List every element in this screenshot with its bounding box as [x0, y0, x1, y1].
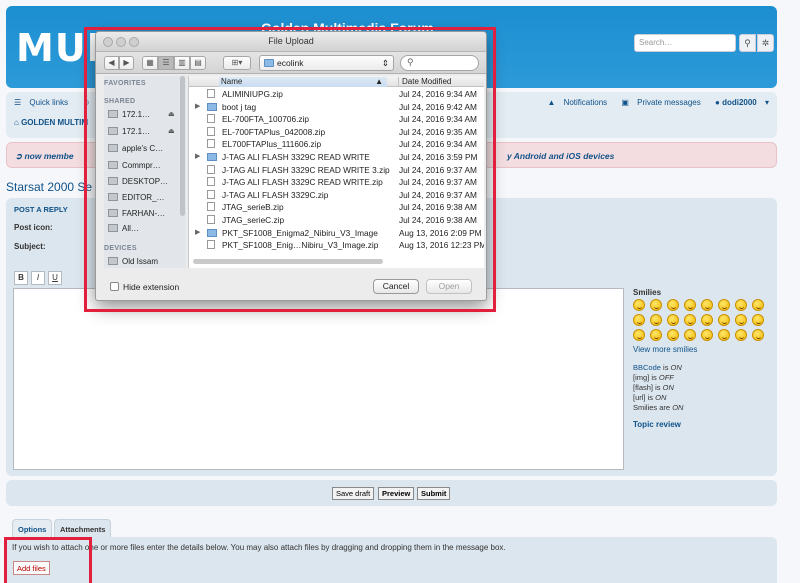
- smiley-icon[interactable]: [735, 299, 747, 311]
- breadcrumb[interactable]: ⌂ GOLDEN MULTIM: [14, 118, 88, 127]
- announcement-left: ➲ now membe: [15, 151, 74, 161]
- smiley-icon[interactable]: [718, 299, 730, 311]
- search-button[interactable]: ⚲: [739, 34, 756, 52]
- quick-links-link[interactable]: ☰ Quick links: [14, 98, 74, 107]
- topic-title[interactable]: Starsat 2000 Se: [6, 180, 92, 194]
- smiley-icon[interactable]: [718, 329, 730, 341]
- notifications-link[interactable]: ▲ Notifications: [541, 98, 607, 107]
- forum-page: MUL Golden Multimedia Forum Search… ⚲ ✲ …: [0, 0, 800, 583]
- bbcode-status: BBCode is ON [img] is OFF [flash] is ON …: [633, 363, 683, 413]
- smiley-icon[interactable]: [633, 314, 645, 326]
- preview-button[interactable]: Preview: [378, 487, 415, 500]
- italic-button[interactable]: I: [31, 271, 45, 285]
- underline-button[interactable]: U: [48, 271, 62, 285]
- img-status-line: [img] is OFF: [633, 373, 674, 382]
- gear-icon: ✲: [761, 38, 770, 48]
- message-textarea[interactable]: [13, 288, 624, 470]
- smilies-status-line: Smilies are ON: [633, 403, 684, 412]
- tab-attachments[interactable]: Attachments: [54, 519, 112, 537]
- smiley-icon[interactable]: [701, 314, 713, 326]
- view-more-smilies-link[interactable]: View more smilies: [633, 345, 697, 354]
- announcement-right: y Android and iOS devices: [507, 151, 615, 161]
- smiley-icon[interactable]: [735, 314, 747, 326]
- bell-icon: ▲: [547, 98, 558, 107]
- url-status-line: [url] is ON: [633, 393, 667, 402]
- dialog-highlight: [84, 27, 496, 312]
- post-icon-label: Post icon:: [14, 223, 53, 232]
- user-menu[interactable]: ● dodi2000 ▾: [709, 98, 769, 107]
- smilies-heading: Smilies: [633, 288, 662, 297]
- smiley-icon[interactable]: [701, 299, 713, 311]
- topic-review-link[interactable]: Topic review: [633, 420, 681, 429]
- smiley-icon[interactable]: [684, 299, 696, 311]
- smiley-icon[interactable]: [650, 314, 662, 326]
- post-reply-heading: POST A REPLY: [14, 205, 68, 214]
- attachments-panel: If you wish to attach one or more files …: [6, 537, 777, 583]
- search-icon: ⚲: [744, 38, 751, 48]
- smiley-icon[interactable]: [684, 329, 696, 341]
- submit-bar: Save draft Preview Submit: [6, 480, 777, 506]
- nav-right: ▲ Notifications ▣ Private messages ● dod…: [535, 98, 769, 107]
- smiley-icon[interactable]: [752, 299, 764, 311]
- smiley-icon[interactable]: [667, 329, 679, 341]
- smiley-icon[interactable]: [752, 329, 764, 341]
- smiley-icon[interactable]: [650, 299, 662, 311]
- smiley-icon[interactable]: [701, 329, 713, 341]
- smiley-icon[interactable]: [752, 314, 764, 326]
- home-icon: ⌂: [14, 118, 22, 127]
- add-files-highlight: [4, 537, 92, 583]
- flash-status-line: [flash] is ON: [633, 383, 674, 392]
- smiley-icon[interactable]: [684, 314, 696, 326]
- menu-icon: ☰: [14, 98, 24, 107]
- smiley-icon[interactable]: [633, 329, 645, 341]
- chevron-down-icon: ▾: [762, 98, 769, 107]
- smiley-icon[interactable]: [667, 314, 679, 326]
- save-draft-button[interactable]: Save draft: [332, 487, 375, 500]
- subject-label: Subject:: [14, 242, 46, 251]
- avatar: ●: [715, 98, 723, 107]
- bbcode-status-line: BBCode is ON: [633, 363, 682, 372]
- smiley-icon[interactable]: [633, 299, 645, 311]
- inbox-icon: ▣: [621, 98, 632, 107]
- submit-button[interactable]: Submit: [417, 487, 451, 500]
- advanced-search-button[interactable]: ✲: [757, 34, 774, 52]
- private-messages-link[interactable]: ▣ Private messages: [615, 98, 700, 107]
- smiley-icon[interactable]: [650, 329, 662, 341]
- smilies-grid: [633, 299, 768, 341]
- tab-options[interactable]: Options: [12, 519, 53, 537]
- search-input[interactable]: Search…: [634, 34, 736, 52]
- smiley-icon[interactable]: [735, 329, 747, 341]
- smiley-icon[interactable]: [718, 314, 730, 326]
- bold-button[interactable]: B: [14, 271, 28, 285]
- smiley-icon[interactable]: [667, 299, 679, 311]
